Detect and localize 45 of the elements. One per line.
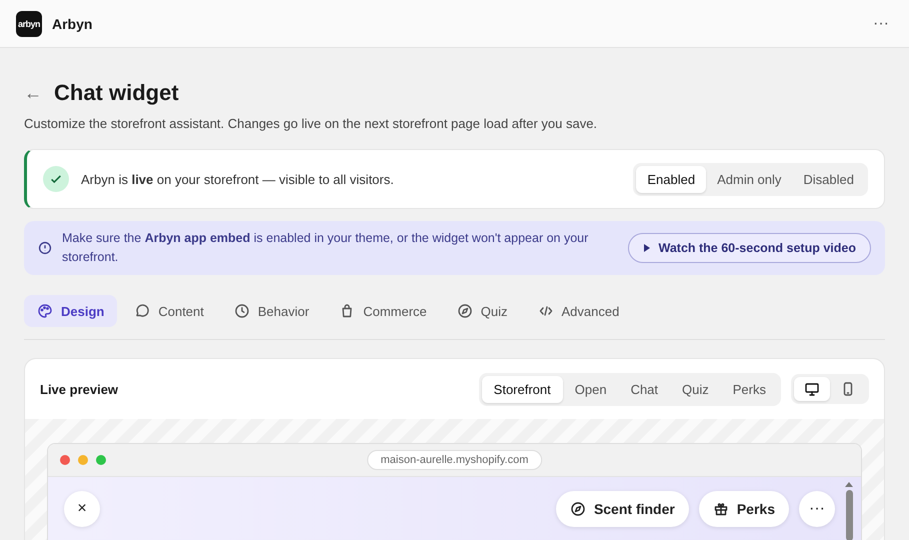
view-tab[interactable]: Open	[562, 376, 619, 402]
chat-bubble-icon	[134, 303, 150, 319]
page-title: Chat widget	[54, 80, 179, 106]
compass-icon	[570, 501, 586, 517]
mode-option[interactable]: Enabled	[636, 166, 706, 192]
app-name: Arbyn	[52, 16, 94, 32]
scroll-up-icon[interactable]	[845, 481, 853, 487]
clock-icon	[234, 303, 250, 319]
view-tab[interactable]: Quiz	[670, 376, 721, 402]
settings-tab[interactable]: Design	[24, 295, 118, 327]
widget-button[interactable]: Perks	[698, 491, 789, 527]
watch-video-button[interactable]: Watch the 60-second setup video	[628, 233, 871, 263]
view-tab[interactable]: Storefront	[482, 376, 563, 402]
close-button[interactable]: ×	[64, 491, 100, 527]
gift-icon	[712, 501, 729, 517]
palette-icon	[37, 303, 53, 319]
address-bar: maison-aurelle.myshopify.com	[366, 450, 542, 470]
view-tab[interactable]: Perks	[720, 376, 778, 402]
back-button[interactable]: ←	[24, 82, 42, 104]
app-logo: arbyn	[16, 10, 42, 36]
play-icon	[642, 244, 650, 252]
more-menu-button[interactable]: ···	[869, 14, 893, 32]
window-zoom-dot[interactable]	[96, 455, 106, 465]
monitor-icon	[804, 381, 820, 397]
window-minimize-dot[interactable]	[78, 455, 88, 465]
notice-message: Make sure the Arbyn app embed is enabled in your theme, or the widget won't appear on your storefront.	[62, 230, 590, 266]
status-message: Arbyn is live on your storefront — visible to all visitors.	[81, 172, 395, 186]
more-button[interactable]: ···	[799, 491, 835, 527]
mode-option[interactable]: Disabled	[792, 166, 865, 192]
settings-tab[interactable]: Advanced	[524, 295, 632, 327]
page-description: Customize the storefront assistant. Changes go live on the next storefront page load after you save.	[24, 116, 598, 131]
settings-tab[interactable]: Behavior	[220, 295, 322, 327]
settings-tab[interactable]: Commerce	[326, 295, 440, 327]
device-toggle[interactable]	[794, 377, 830, 401]
widget-button[interactable]: Scent finder	[556, 491, 689, 527]
settings-tab[interactable]: Content	[121, 295, 217, 327]
window-close-dot[interactable]	[60, 455, 70, 465]
info-icon	[38, 241, 52, 255]
settings-tab[interactable]: Quiz	[444, 295, 521, 327]
mode-option[interactable]: Admin only	[706, 166, 792, 192]
check-icon	[43, 166, 69, 192]
scrollbar[interactable]	[845, 481, 853, 540]
preview-title: Live preview	[40, 382, 120, 396]
view-tab[interactable]: Chat	[618, 376, 670, 402]
compass-icon	[456, 303, 473, 319]
